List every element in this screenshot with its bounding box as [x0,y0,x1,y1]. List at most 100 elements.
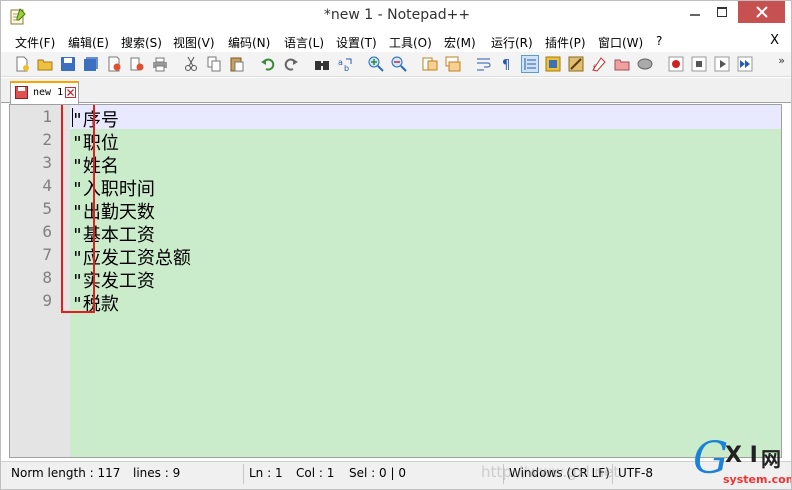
indent-guide-icon [524,58,536,70]
printer-icon [153,57,167,72]
current-line-highlight [70,105,781,129]
minimize-button[interactable] [681,1,709,23]
menu-macro[interactable]: 宏(M) [444,34,476,51]
menu-language[interactable]: 语言(L) [284,34,324,51]
close-file-icon [108,56,121,72]
open-file-button[interactable] [36,55,54,73]
status-line: Ln : 1 [249,466,283,480]
status-bar: Norm length : 117 lines : 9 Ln : 1 Col :… [1,461,791,489]
tab-new-1[interactable]: new 1 [10,81,79,104]
function-list-button[interactable]: f [590,55,608,73]
run-macro-multiple-button[interactable] [736,55,754,73]
menu-window[interactable]: 窗口(W) [598,34,643,51]
folder-icon [614,59,630,71]
sync-horizontal-button[interactable] [444,55,462,73]
word-wrap-button[interactable] [475,55,493,73]
new-file-icon [16,56,29,72]
line-number: 9 [42,291,52,310]
find-button[interactable] [313,55,331,73]
copy-button[interactable] [205,55,223,73]
replace-button[interactable]: ab [336,55,354,73]
line-number: 8 [42,268,52,287]
menu-file[interactable]: 文件(F) [15,34,55,51]
status-lines: lines : 9 [133,466,181,480]
annotation-red-box [61,105,95,313]
tab-bar: new 1 [1,78,791,104]
text-editor[interactable]: 1 2 3 4 5 6 7 8 9 "序号 "职位 "姓名 "入职时间 "出勤天… [9,104,782,458]
line-number: 3 [42,153,52,172]
toolbar-overflow-button[interactable]: » [778,54,785,67]
status-column: Col : 1 [296,466,335,480]
close-all-button[interactable] [128,55,146,73]
line-number: 7 [42,245,52,264]
line-number: 4 [42,176,52,195]
indent-guide-button[interactable] [521,55,539,73]
sync-horizontal-icon [445,56,461,72]
title-bar[interactable]: *new 1 - Notepad++ [1,1,791,32]
playback-button[interactable] [713,55,731,73]
fast-forward-icon [737,56,753,72]
window-title: *new 1 - Notepad++ [323,7,471,23]
redo-icon [284,58,298,71]
replace-icon: ab [338,58,352,72]
line-number: 1 [42,107,52,126]
status-encoding[interactable]: UTF-8 [618,466,653,480]
document-map-button[interactable] [567,55,585,73]
record-icon [668,56,684,72]
logo-xi-letters: X I [725,443,758,468]
svg-text:a: a [338,58,343,67]
print-button[interactable] [151,55,169,73]
sync-vertical-button[interactable] [421,55,439,73]
save-icon [61,57,75,71]
save-button[interactable] [59,55,77,73]
close-window-button[interactable] [738,1,785,23]
gxi-logo: G X I 网 system.com [693,433,791,489]
close-file-button[interactable] [105,55,123,73]
close-icon [755,6,768,18]
notepadpp-window: *new 1 - Notepad++ 文件(F) 编辑(E) 搜索(S) 视图(… [0,0,792,490]
save-all-button[interactable] [82,55,100,73]
maximize-button[interactable] [708,1,736,23]
user-language-button[interactable] [544,55,562,73]
show-all-chars-button[interactable]: ¶ [498,55,516,73]
monitoring-button[interactable] [636,55,654,73]
menu-bar: 文件(F) 编辑(E) 搜索(S) 视图(V) 编码(N) 语言(L) 设置(T… [1,32,791,52]
menu-run[interactable]: 运行(R) [491,34,533,51]
undo-icon [261,58,275,71]
copy-icon [207,56,221,72]
start-recording-button[interactable] [667,55,685,73]
new-file-button[interactable] [13,55,31,73]
save-all-icon [84,57,98,71]
menu-help[interactable]: ? [656,34,662,48]
menu-settings[interactable]: 设置(T) [336,34,377,51]
close-document-button[interactable]: X [770,33,779,48]
svg-text:¶: ¶ [502,58,510,72]
user-language-icon [545,56,561,72]
menu-tools[interactable]: 工具(O) [389,34,432,51]
redo-button[interactable] [282,55,300,73]
menu-search[interactable]: 搜索(S) [121,34,162,51]
zoom-out-button[interactable] [390,55,408,73]
paste-icon [230,57,244,72]
zoom-in-button[interactable] [367,55,385,73]
cut-button[interactable] [182,55,200,73]
tab-close-icon[interactable] [65,87,76,98]
scissors-icon [185,56,197,71]
monitoring-icon [637,58,653,70]
maximize-icon [717,7,727,17]
line-number: 6 [42,222,52,241]
menu-view[interactable]: 视图(V) [173,34,215,51]
close-all-icon [130,57,144,71]
menu-encoding[interactable]: 编码(N) [228,34,270,51]
menu-plugins[interactable]: 插件(P) [545,34,586,51]
paste-button[interactable] [228,55,246,73]
pilcrow-icon: ¶ [502,58,510,72]
line-number: 2 [42,130,52,149]
tab-label: new 1 [33,87,64,98]
undo-button[interactable] [259,55,277,73]
minimize-icon [690,14,700,16]
folder-workspace-button[interactable] [613,55,631,73]
menu-edit[interactable]: 编辑(E) [68,34,109,51]
svg-text:b: b [344,64,349,72]
stop-recording-button[interactable] [690,55,708,73]
